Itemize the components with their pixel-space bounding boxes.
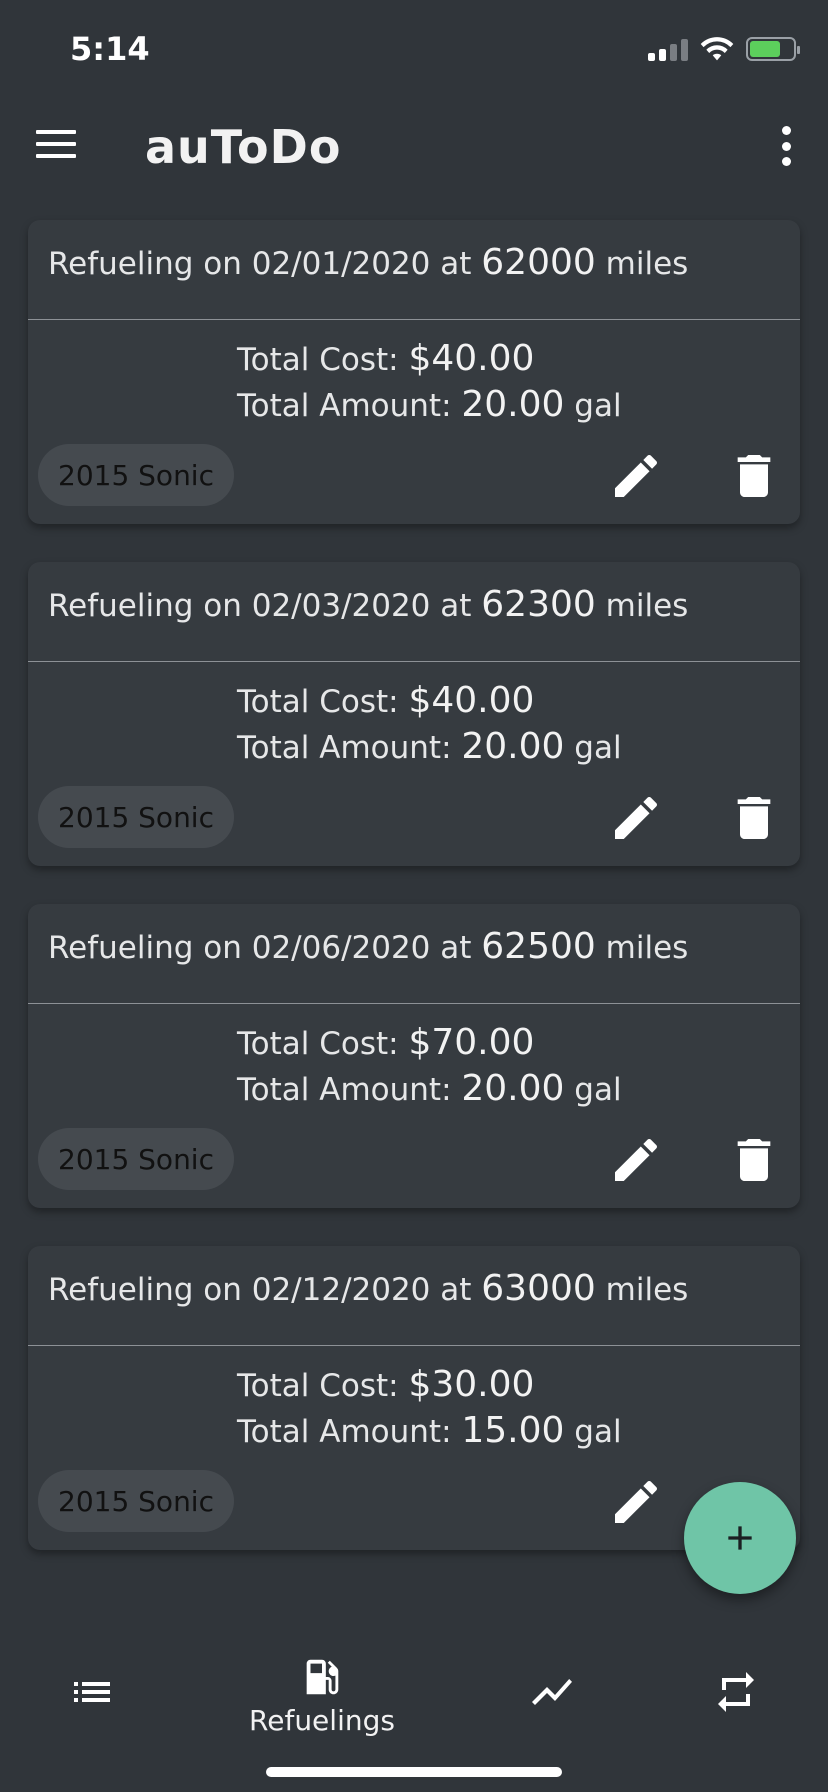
- refueling-date: 02/03/2020: [251, 588, 431, 624]
- refueling-card[interactable]: Refueling on 02/03/2020 at 62300 miles T…: [28, 562, 800, 866]
- refueling-miles-label: miles: [595, 1272, 689, 1308]
- refueling-prefix: Refueling on: [48, 1272, 252, 1308]
- refueling-card-header: Refueling on 02/12/2020 at 63000 miles: [28, 1246, 800, 1346]
- nav-label-refuelings: Refuelings: [249, 1704, 395, 1737]
- refueling-date: 02/01/2020: [251, 246, 431, 282]
- edit-icon[interactable]: [608, 790, 664, 846]
- delete-icon[interactable]: [726, 448, 782, 504]
- nav-item-todos[interactable]: [12, 1654, 172, 1754]
- total-cost: Total Cost: $30.00: [237, 1364, 534, 1405]
- car-chip[interactable]: 2015 Sonic: [38, 444, 234, 506]
- total-cost-value: $40.00: [408, 338, 535, 379]
- delete-icon[interactable]: [726, 1132, 782, 1188]
- battery-icon: [746, 37, 800, 61]
- total-amount-label: Total Amount:: [237, 730, 462, 766]
- refueling-miles-label: miles: [595, 588, 689, 624]
- refueling-at: at: [430, 246, 482, 282]
- delete-icon[interactable]: [726, 790, 782, 846]
- total-amount: Total Amount: 15.00 gal: [237, 1410, 622, 1451]
- refueling-at: at: [430, 1272, 482, 1308]
- status-time: 5:14: [70, 30, 150, 68]
- edit-icon[interactable]: [608, 448, 664, 504]
- add-refueling-button[interactable]: [684, 1482, 796, 1594]
- total-cost-label: Total Cost:: [237, 684, 409, 720]
- refueling-date: 02/12/2020: [251, 1272, 431, 1308]
- car-chip[interactable]: 2015 Sonic: [38, 1128, 234, 1190]
- total-amount-value: 20.00: [461, 384, 565, 425]
- amount-unit: gal: [564, 388, 622, 424]
- refueling-card-header: Refueling on 02/01/2020 at 62000 miles: [28, 220, 800, 320]
- refueling-card-header: Refueling on 02/06/2020 at 62500 miles: [28, 904, 800, 1004]
- gas-pump-icon: [306, 1659, 339, 1695]
- refueling-card[interactable]: Refueling on 02/12/2020 at 63000 miles T…: [28, 1246, 800, 1550]
- total-amount-label: Total Amount:: [237, 388, 462, 424]
- total-cost-label: Total Cost:: [237, 1368, 409, 1404]
- total-amount-value: 20.00: [461, 726, 565, 767]
- refueling-card-header: Refueling on 02/03/2020 at 62300 miles: [28, 562, 800, 662]
- total-cost: Total Cost: $40.00: [237, 338, 534, 379]
- refueling-card-body: Total Cost: $30.00 Total Amount: 15.00 g…: [28, 1346, 800, 1550]
- amount-unit: gal: [564, 730, 622, 766]
- amount-unit: gal: [564, 1072, 622, 1108]
- car-chip[interactable]: 2015 Sonic: [38, 786, 234, 848]
- total-amount: Total Amount: 20.00 gal: [237, 384, 622, 425]
- total-cost-label: Total Cost:: [237, 1026, 409, 1062]
- refueling-card-body: Total Cost: $40.00 Total Amount: 20.00 g…: [28, 662, 800, 866]
- refueling-mileage: 62000: [481, 242, 596, 283]
- cellular-signal-icon: [648, 37, 688, 61]
- refueling-mileage: 62300: [481, 584, 596, 625]
- plus-icon: [728, 1526, 752, 1550]
- total-amount: Total Amount: 20.00 gal: [237, 726, 622, 767]
- trending-icon: [532, 1679, 572, 1705]
- edit-icon[interactable]: [608, 1474, 664, 1530]
- refueling-card-body: Total Cost: $40.00 Total Amount: 20.00 g…: [28, 320, 800, 524]
- refueling-list: Refueling on 02/01/2020 at 62000 miles T…: [28, 220, 800, 1588]
- total-cost-label: Total Cost:: [237, 342, 409, 378]
- total-cost: Total Cost: $40.00: [237, 680, 534, 721]
- total-amount-value: 15.00: [461, 1410, 565, 1451]
- home-indicator: [266, 1767, 562, 1777]
- app-bar: auToDo: [0, 100, 828, 190]
- more-vert-icon[interactable]: [780, 126, 792, 166]
- status-bar: 5:14: [0, 0, 828, 100]
- refueling-prefix: Refueling on: [48, 930, 252, 966]
- refueling-at: at: [430, 588, 482, 624]
- nav-item-repeats[interactable]: [656, 1654, 816, 1754]
- list-icon: [74, 1682, 110, 1702]
- refueling-at: at: [430, 930, 482, 966]
- refueling-card-body: Total Cost: $70.00 Total Amount: 20.00 g…: [28, 1004, 800, 1208]
- refueling-miles-label: miles: [595, 930, 689, 966]
- car-chip[interactable]: 2015 Sonic: [38, 1470, 234, 1532]
- refueling-prefix: Refueling on: [48, 246, 252, 282]
- wifi-icon: [700, 37, 734, 61]
- total-cost-value: $40.00: [408, 680, 535, 721]
- total-cost: Total Cost: $70.00: [237, 1022, 534, 1063]
- total-amount-value: 20.00: [461, 1068, 565, 1109]
- nav-item-refuelings[interactable]: Refuelings: [242, 1654, 402, 1754]
- edit-icon[interactable]: [608, 1132, 664, 1188]
- refueling-mileage: 63000: [481, 1268, 596, 1309]
- amount-unit: gal: [564, 1414, 622, 1450]
- status-icons: [648, 36, 800, 62]
- refueling-mileage: 62500: [481, 926, 596, 967]
- refueling-prefix: Refueling on: [48, 588, 252, 624]
- nav-item-stats[interactable]: [472, 1654, 632, 1754]
- total-amount-label: Total Amount:: [237, 1072, 462, 1108]
- refueling-card[interactable]: Refueling on 02/06/2020 at 62500 miles T…: [28, 904, 800, 1208]
- total-cost-value: $70.00: [408, 1022, 535, 1063]
- refueling-card[interactable]: Refueling on 02/01/2020 at 62000 miles T…: [28, 220, 800, 524]
- total-cost-value: $30.00: [408, 1364, 535, 1405]
- refueling-miles-label: miles: [595, 246, 689, 282]
- menu-icon[interactable]: [36, 130, 76, 160]
- total-amount-label: Total Amount:: [237, 1414, 462, 1450]
- app-title: auToDo: [145, 120, 342, 174]
- repeat-icon: [718, 1672, 754, 1712]
- refueling-date: 02/06/2020: [251, 930, 431, 966]
- total-amount: Total Amount: 20.00 gal: [237, 1068, 622, 1109]
